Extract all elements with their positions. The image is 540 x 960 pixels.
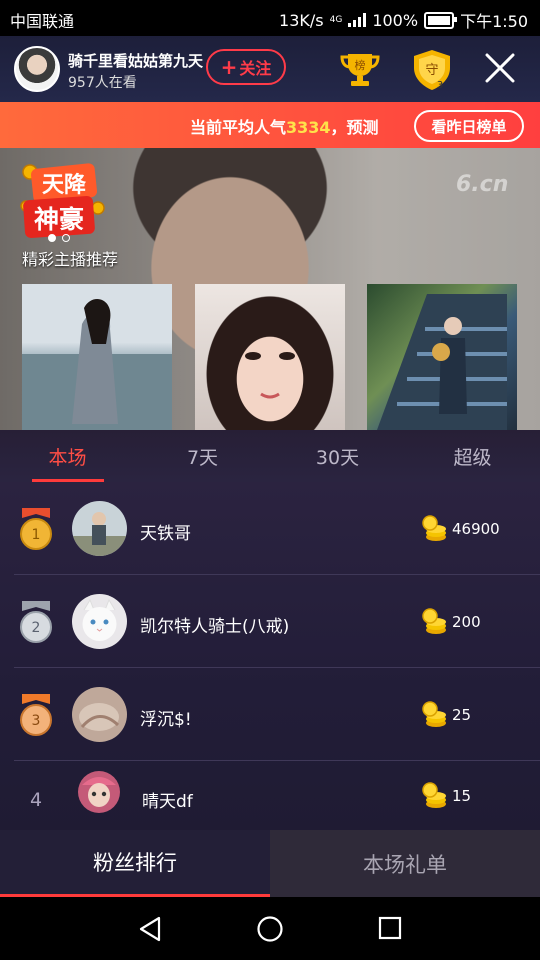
- rank-number: 3: [32, 713, 41, 729]
- gift-amount: 46900: [452, 520, 500, 538]
- avatar-photo: [72, 687, 127, 742]
- clock: 下午1:50: [460, 12, 528, 31]
- watermark: 6.cn: [456, 172, 509, 197]
- signal-icon: [348, 13, 367, 27]
- user-name: 晴天df: [142, 792, 193, 812]
- shield-icon[interactable]: 守 3: [410, 48, 454, 92]
- home-icon[interactable]: [256, 915, 284, 943]
- banner-prefix: 当前平均人气: [190, 118, 287, 137]
- anchor-thumb-3[interactable]: [367, 284, 517, 430]
- avatar[interactable]: [72, 594, 127, 649]
- rank-number: 2: [32, 620, 41, 636]
- avatar[interactable]: [72, 501, 127, 556]
- tab-this-show[interactable]: 本场: [0, 430, 135, 482]
- bottom-tabs: 粉丝排行 本场礼单: [0, 830, 540, 897]
- popularity-banner: 当前平均人气3334，预测 看昨日榜单: [0, 102, 540, 148]
- popularity-value: 3334: [286, 118, 331, 137]
- anchor-photo-3: [377, 294, 507, 430]
- host-name[interactable]: 骑千里看姑姑第九天: [68, 50, 203, 71]
- battery-icon: [424, 11, 458, 29]
- bronze-medal-icon: 3: [20, 694, 52, 736]
- avatar[interactable]: [72, 687, 127, 742]
- close-icon[interactable]: [484, 52, 516, 84]
- anchor-photo-2: [245, 352, 295, 399]
- coin-icon: [422, 608, 446, 634]
- ranking-row[interactable]: 1 天铁哥 46900: [0, 482, 540, 575]
- carousel-dots: [48, 234, 70, 242]
- coin-icon: [422, 515, 446, 541]
- live-header: 骑千里看姑姑第九天 957人在看 + 关注 榜 守 3: [0, 36, 540, 102]
- follow-button[interactable]: + 关注: [206, 49, 286, 85]
- viewer-count: 957人在看: [68, 75, 137, 91]
- user-name: 凯尔特人骑士(八戒): [140, 617, 290, 637]
- avatar[interactable]: [78, 771, 120, 813]
- tab-fans-rank[interactable]: 粉丝排行: [0, 830, 270, 897]
- guard-count: 3: [437, 80, 443, 91]
- ranking-row[interactable]: 2 凯尔特人骑士(八戒) 200: [0, 575, 540, 668]
- system-nav-bar: [0, 897, 540, 960]
- rich-badge-logo: 天降 神豪: [20, 163, 105, 238]
- rank-number: 4: [30, 789, 43, 811]
- host-avatar[interactable]: [14, 46, 60, 92]
- gift-amount: 200: [452, 613, 481, 631]
- tab-gift-list[interactable]: 本场礼单: [270, 830, 540, 897]
- ranking-row[interactable]: 3 浮沉$! 25: [0, 668, 540, 761]
- badge-line2: 神豪: [34, 205, 84, 234]
- plus-icon: +: [220, 55, 238, 79]
- trophy-text: 榜: [355, 58, 366, 72]
- yesterday-rank-button[interactable]: 看昨日榜单: [414, 110, 524, 142]
- carousel-dot[interactable]: [62, 234, 70, 242]
- network-type: 4G: [329, 15, 343, 25]
- back-icon[interactable]: [137, 916, 163, 942]
- badge-line1: 天降: [42, 173, 87, 198]
- rank-number: 1: [32, 527, 41, 543]
- tab-super[interactable]: 超级: [405, 430, 540, 482]
- anchor-photo-1: [22, 298, 172, 430]
- follow-label: 关注: [239, 59, 272, 78]
- banner-text: 当前平均人气3334，预测: [190, 114, 402, 138]
- carousel-dot[interactable]: [48, 234, 56, 242]
- anchor-thumb-1[interactable]: [22, 284, 172, 430]
- user-name: 浮沉$!: [140, 710, 192, 730]
- recommend-panel: 天降 神豪 精彩主播推荐 6.cn: [0, 148, 540, 430]
- gold-medal-icon: 1: [20, 508, 52, 550]
- status-bar: 中国联通 13K/s 4G 100% 下午1:50: [0, 0, 540, 36]
- avatar-photo: [78, 771, 120, 813]
- coin-icon: [422, 701, 446, 727]
- net-speed: 13K/s: [279, 10, 324, 30]
- user-name: 天铁哥: [140, 524, 191, 544]
- gift-amount: 25: [452, 706, 472, 724]
- avatar-photo: [72, 501, 127, 556]
- silver-medal-icon: 2: [20, 601, 52, 643]
- rank-period-tabs: 本场 7天 30天 超级: [0, 430, 540, 483]
- ranking-row[interactable]: 4 晴天df 15: [0, 761, 540, 830]
- banner-suffix: ，预测: [330, 118, 379, 137]
- avatar-photo: [72, 594, 127, 649]
- recommend-label: 精彩主播推荐: [22, 250, 119, 269]
- trophy-icon[interactable]: 榜: [340, 50, 380, 88]
- guard-text: 守: [425, 63, 438, 78]
- anchor-thumb-2[interactable]: [195, 284, 345, 430]
- status-right: 13K/s 4G 100% 下午1:50: [279, 8, 528, 32]
- gift-amount: 15: [452, 787, 472, 805]
- ranking-list: 1 天铁哥 46900 2 凯尔特人骑士(八戒) 200 3 浮沉$! 25 4…: [0, 482, 540, 830]
- battery-percent: 100%: [372, 10, 419, 30]
- tab-30-days[interactable]: 30天: [270, 430, 405, 482]
- coin-icon: [422, 782, 446, 808]
- carrier-label: 中国联通: [10, 12, 75, 31]
- recents-icon[interactable]: [378, 916, 402, 940]
- tab-7-days[interactable]: 7天: [135, 430, 270, 482]
